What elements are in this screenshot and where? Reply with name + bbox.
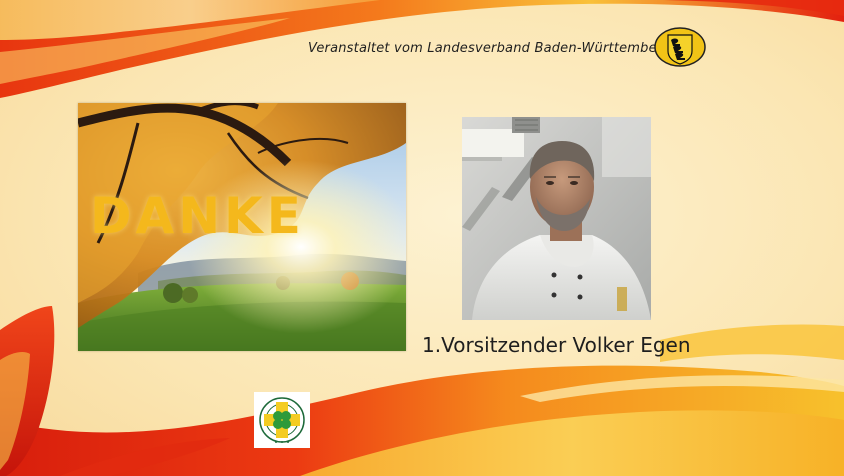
volker-egen-photo bbox=[462, 117, 651, 320]
verband-der-koeche-deutschlands-logo bbox=[254, 392, 310, 448]
chef-portrait-image bbox=[462, 117, 651, 320]
header-text: Veranstaltet vom Landesverband Baden-Wür… bbox=[308, 41, 671, 56]
person-caption: 1.Vorsitzender Volker Egen bbox=[422, 333, 691, 357]
danke-autumn-photo: DANKE bbox=[78, 103, 406, 351]
danke-word: DANKE bbox=[90, 187, 305, 245]
baden-wuerttemberg-coat-of-arms-icon bbox=[654, 27, 706, 67]
presentation-slide: Veranstaltet vom Landesverband Baden-Wür… bbox=[0, 0, 844, 476]
